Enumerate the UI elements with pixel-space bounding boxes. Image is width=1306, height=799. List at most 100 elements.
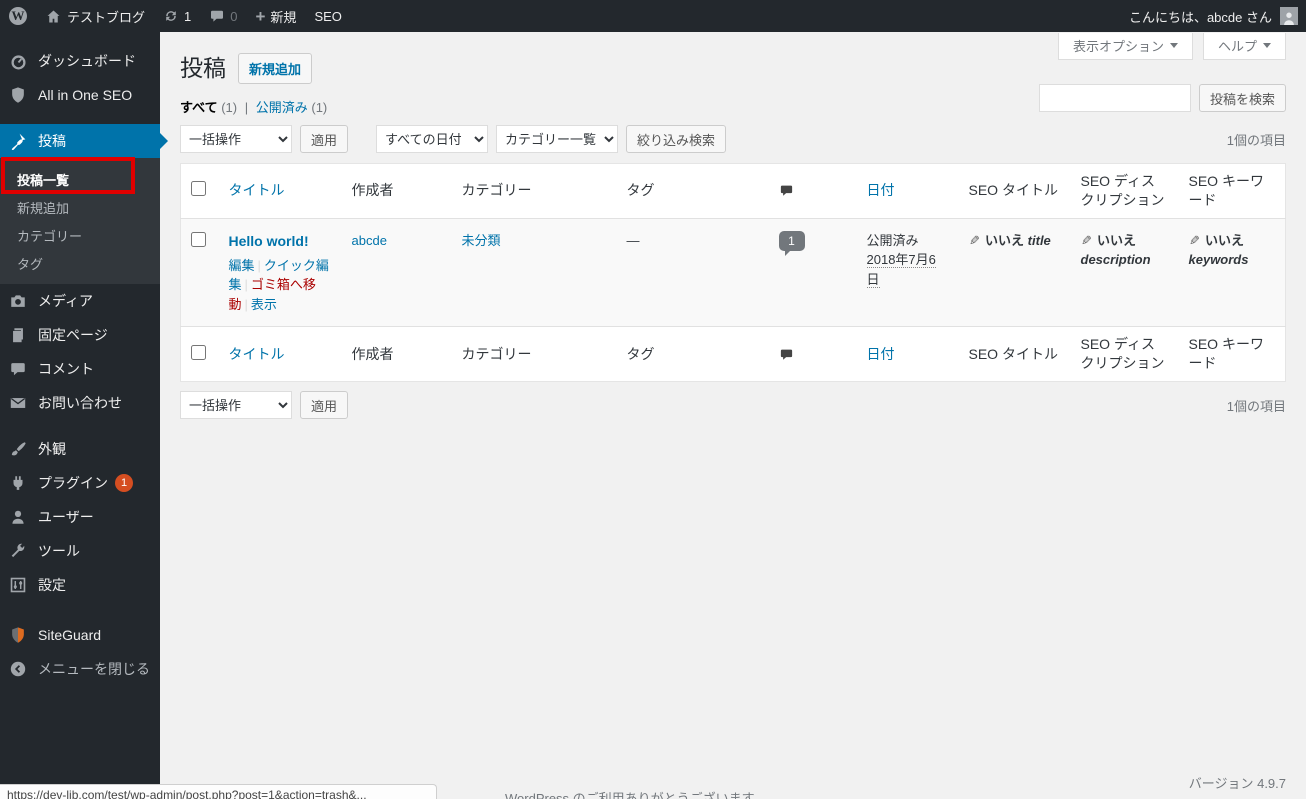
site-name: テストブログ	[67, 9, 146, 25]
separator: |	[244, 277, 248, 293]
posts-table: タイトル 作成者 カテゴリー タグ 日付 SEO タイトル SEO ディスクリプ…	[180, 163, 1286, 383]
sidebar-item-plugins[interactable]: プラグイン 1	[0, 466, 160, 500]
sidebar-item-comments[interactable]: コメント	[0, 352, 160, 386]
submenu-item-tags[interactable]: タグ	[0, 248, 160, 276]
submenu-item-add-new[interactable]: 新規追加	[0, 192, 160, 220]
category-link[interactable]: 未分類	[462, 233, 501, 248]
submenu-item-categories[interactable]: カテゴリー	[0, 220, 160, 248]
seo-description-field: description	[1080, 252, 1151, 268]
menu-separator	[0, 602, 160, 618]
edit-pencil-icon[interactable]: ✎	[1081, 231, 1092, 251]
pages-icon	[9, 326, 29, 344]
tags-empty: —	[626, 232, 640, 248]
sidebar-item-label: お問い合わせ	[38, 395, 122, 411]
select-all-checkbox[interactable]	[191, 344, 206, 360]
column-seo-title: SEO タイトル	[958, 163, 1071, 219]
submenu-item-post-list[interactable]: 投稿一覧	[0, 164, 160, 192]
column-seo-description: SEO ディスクリプション	[1070, 163, 1179, 219]
sidebar-item-label: メニューを閉じる	[38, 661, 150, 677]
post-title-link[interactable]: Hello world!	[229, 233, 309, 249]
screen-options-button[interactable]: 表示オプション	[1057, 33, 1193, 60]
view-published-link[interactable]: 公開済み (1)	[256, 100, 328, 115]
edit-link[interactable]: 編集	[229, 258, 255, 273]
apply-button[interactable]: 適用	[300, 125, 349, 153]
select-all-checkbox[interactable]	[191, 181, 206, 197]
sidebar-item-settings[interactable]: 設定	[0, 568, 160, 602]
separator: |	[257, 257, 261, 273]
apply-button-bottom[interactable]: 適用	[300, 391, 349, 420]
sidebar-item-users[interactable]: ユーザー	[0, 500, 160, 534]
footer-version: バージョン 4.9.7	[1188, 776, 1286, 791]
column-seo-keywords: SEO キーワード	[1178, 326, 1286, 382]
comment-count: 0	[230, 8, 238, 24]
sidebar-item-label: 固定ページ	[38, 327, 108, 343]
brush-icon	[9, 440, 29, 458]
sidebar-item-appearance[interactable]: 外観	[0, 432, 160, 466]
sidebar-item-posts[interactable]: 投稿	[0, 124, 168, 158]
pushpin-icon	[9, 132, 29, 150]
new-content-link[interactable]: + 新規	[246, 0, 305, 32]
post-date: 2018年7月6日	[866, 252, 936, 288]
dashboard-icon	[9, 52, 29, 71]
view-published-label: 公開済み	[255, 100, 308, 115]
author-link[interactable]: abcde	[352, 233, 387, 248]
collapse-icon	[9, 660, 29, 678]
wordpress-logo-icon: W	[9, 7, 27, 25]
comments-bubble-icon	[209, 8, 225, 24]
updates-link[interactable]: 1	[154, 0, 200, 32]
sidebar-item-siteguard[interactable]: SiteGuard	[0, 618, 160, 652]
table-nav-top: 一括操作 適用 すべての日付 カテゴリー一覧 絞り込み検索 1個の項目	[180, 125, 1286, 153]
menu-separator	[0, 420, 160, 432]
sidebar-item-label: 設定	[38, 577, 66, 593]
view-link[interactable]: 表示	[251, 297, 277, 312]
view-all-link[interactable]: すべて (1)	[180, 100, 237, 115]
plug-icon	[9, 474, 29, 492]
bulk-action-select-bottom[interactable]: 一括操作	[180, 391, 292, 420]
sidebar-item-label: プラグイン	[38, 475, 108, 491]
separator: |	[244, 296, 248, 312]
seo-label: SEO	[314, 8, 342, 24]
edit-pencil-icon[interactable]: ✎	[1189, 231, 1200, 251]
comment-count-bubble[interactable]: 1	[778, 230, 805, 256]
search-posts-input[interactable]	[1038, 84, 1191, 112]
browser-status-bar: https://dev-lib.com/test/wp-admin/post.p…	[0, 784, 437, 799]
comments-link[interactable]: 0	[200, 0, 246, 32]
envelope-icon	[9, 394, 29, 412]
seo-keywords-field: keywords	[1188, 252, 1249, 268]
help-label: ヘルプ	[1217, 39, 1257, 54]
siteguard-shield-icon	[9, 626, 29, 644]
sidebar-item-media[interactable]: メディア	[0, 284, 160, 318]
add-new-post-button[interactable]: 新規追加	[238, 53, 313, 84]
date-filter-select[interactable]: すべての日付	[376, 125, 489, 153]
sidebar-item-label: ツール	[38, 543, 80, 559]
admin-sidebar: ダッシュボード All in One SEO 投稿 投稿一覧 新規追加 カテゴリ…	[0, 32, 168, 799]
sidebar-item-all-in-one-seo[interactable]: All in One SEO	[0, 78, 160, 112]
column-date-sort[interactable]: 日付	[867, 346, 895, 362]
seo-menu-link[interactable]: SEO	[305, 0, 350, 32]
plus-icon: +	[255, 6, 266, 26]
sidebar-item-contact[interactable]: お問い合わせ	[0, 386, 160, 420]
sidebar-item-collapse-menu[interactable]: メニューを閉じる	[0, 652, 160, 686]
category-filter-select[interactable]: カテゴリー一覧	[496, 125, 619, 153]
edit-pencil-icon[interactable]: ✎	[969, 231, 980, 251]
sidebar-item-pages[interactable]: 固定ページ	[0, 318, 160, 352]
user-greeting[interactable]: こんにちは、abcde さん	[1129, 7, 1272, 26]
column-date-sort[interactable]: 日付	[867, 182, 895, 198]
bulk-action-select[interactable]: 一括操作	[180, 125, 292, 153]
wp-logo-menu[interactable]: W	[0, 0, 36, 32]
filter-button[interactable]: 絞り込み検索	[626, 125, 727, 153]
avatar[interactable]	[1280, 7, 1298, 25]
sidebar-item-label: All in One SEO	[38, 87, 133, 103]
column-title-sort[interactable]: タイトル	[229, 182, 285, 198]
sidebar-item-tools[interactable]: ツール	[0, 534, 160, 568]
site-name-link[interactable]: テストブログ	[36, 0, 154, 32]
post-status: 公開済み	[866, 232, 919, 248]
chevron-down-icon	[1169, 43, 1178, 48]
select-post-checkbox[interactable]	[191, 231, 206, 247]
search-posts-button[interactable]: 投稿を検索	[1198, 84, 1286, 112]
sidebar-item-label: コメント	[38, 361, 94, 377]
sidebar-item-dashboard[interactable]: ダッシュボード	[0, 44, 160, 78]
help-button[interactable]: ヘルプ	[1202, 33, 1286, 60]
column-seo-description: SEO ディスクリプション	[1070, 326, 1179, 382]
column-title-sort[interactable]: タイトル	[229, 346, 285, 362]
